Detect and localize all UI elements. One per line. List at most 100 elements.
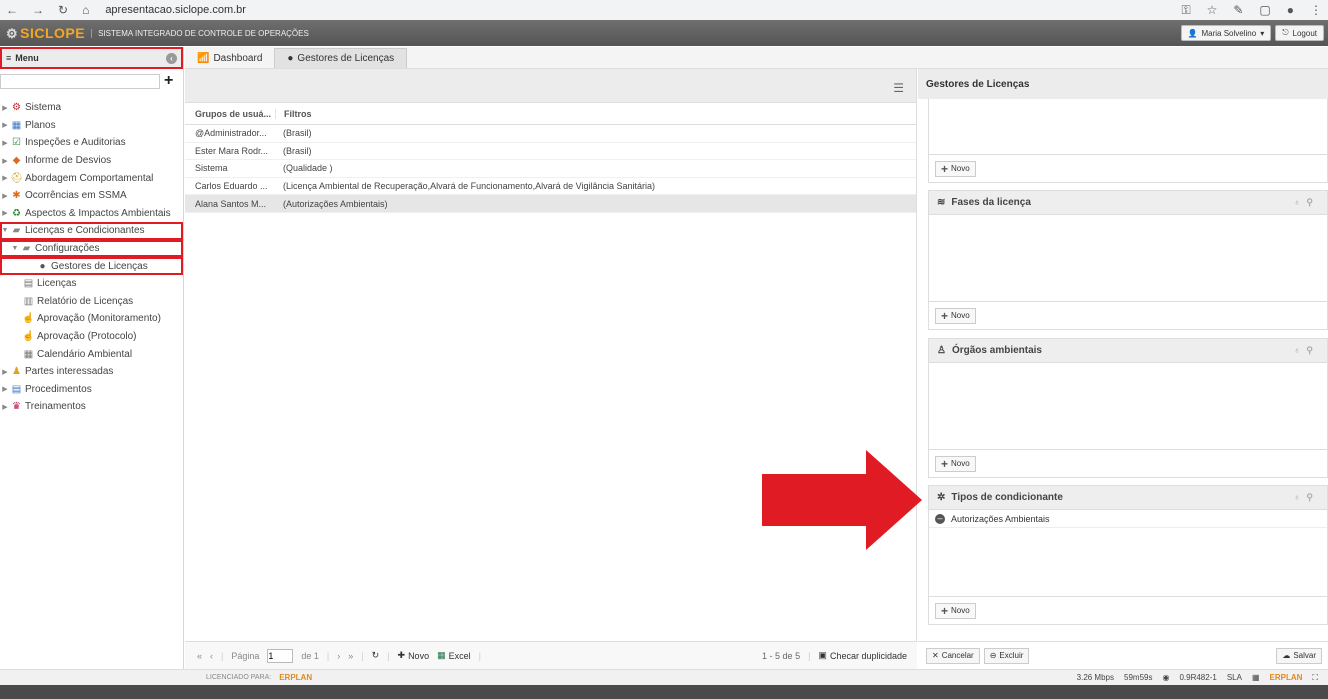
- first-page-icon[interactable]: «: [197, 651, 202, 661]
- menu-item-relatorio-licencas[interactable]: ▥ Relatório de Licenças: [0, 293, 183, 311]
- menu-item-partes[interactable]: ▶ ♟ Partes interessadas: [0, 363, 183, 381]
- alert-icon: ✱: [12, 190, 21, 202]
- key-icon[interactable]: ⚿: [1181, 3, 1190, 18]
- excel-button[interactable]: ▦ Excel: [437, 650, 471, 661]
- novo-button[interactable]: + Novo: [935, 160, 976, 177]
- detail-title: Gestores de Licenças: [918, 69, 1328, 99]
- menu-item-gestores-licencas[interactable]: ● Gestores de Licenças: [0, 257, 183, 275]
- save-button[interactable]: ☁ Salvar: [1276, 647, 1322, 664]
- star-icon[interactable]: ☆: [1207, 3, 1218, 18]
- section-actions[interactable]: ♁⚲: [1294, 197, 1319, 208]
- profile-icon[interactable]: ●: [1287, 3, 1294, 18]
- menu-item-licencas[interactable]: ▤ Licenças: [0, 275, 183, 293]
- annotation-arrow-icon: [762, 450, 922, 550]
- plus-icon: +: [941, 456, 949, 471]
- novo-button[interactable]: + Novo: [935, 602, 976, 619]
- logout-icon: ⎋: [1282, 28, 1289, 37]
- menu-search-input[interactable]: [0, 73, 160, 89]
- page-of-label: de 1: [301, 650, 319, 661]
- section-header: ≋ Fases da licença ♁⚲: [929, 191, 1327, 215]
- menu-item-sistema[interactable]: ▶ ⚙ Sistema: [0, 99, 183, 117]
- delete-button[interactable]: ⊖ Excluir: [983, 647, 1030, 664]
- pen-icon[interactable]: ✎: [1233, 3, 1243, 18]
- thumb-icon: ☝: [22, 331, 35, 343]
- remove-icon[interactable]: –: [935, 513, 945, 524]
- pager-info: 1 - 5 de 5: [762, 650, 801, 661]
- pager: « ‹ | Página de 1 | › » | ↻ | ✚Novo ▦Exc…: [185, 641, 917, 669]
- tab-dashboard[interactable]: 📶 Dashboard: [185, 48, 274, 68]
- menu-item-inspecoes[interactable]: ▶ ☑ Inspeções e Auditorias: [0, 134, 183, 152]
- excel-icon: ▦: [437, 650, 446, 660]
- gear-icon: ⚙: [12, 102, 21, 114]
- forward-icon[interactable]: →: [32, 3, 44, 17]
- back-icon[interactable]: ←: [6, 3, 18, 17]
- prev-page-icon[interactable]: ‹: [210, 651, 213, 661]
- sla-dropdown[interactable]: SLA: [1227, 673, 1242, 682]
- group-icon: ♟: [12, 366, 21, 378]
- helmet-icon: ⛑: [10, 172, 23, 184]
- column-header-filtros[interactable]: Filtros: [275, 108, 916, 119]
- section-actions[interactable]: ♁⚲: [1294, 492, 1319, 503]
- menu-search-row: +: [0, 69, 183, 91]
- address-bar[interactable]: apresentacao.siclope.com.br: [105, 4, 246, 16]
- table-row[interactable]: Carlos Eduardo ... (Licença Ambiental de …: [185, 178, 916, 196]
- table-row[interactable]: Ester Mara Rodr... (Brasil): [185, 143, 916, 161]
- speed-indicator: 3.26 Mbps: [1076, 673, 1114, 682]
- page-input[interactable]: [267, 648, 294, 663]
- add-icon[interactable]: +: [164, 72, 173, 90]
- novo-button[interactable]: + Novo: [935, 307, 976, 324]
- section-orgaos: ♙ Órgãos ambientais ♁⚲ + Novo: [928, 338, 1328, 478]
- menu-item-aspectos[interactable]: ▶ ♻ Aspectos & Impactos Ambientais: [0, 205, 183, 223]
- menu-item-procedimentos[interactable]: ▶ ▤ Procedimentos: [0, 381, 183, 399]
- licensee-logo: ERPLAN: [279, 673, 313, 682]
- menu-item-configuracoes[interactable]: ▼ ▰ Configurações: [0, 239, 183, 258]
- table-row[interactable]: @Administrador... (Brasil): [185, 125, 916, 143]
- extensions-icon[interactable]: ▢: [1259, 3, 1270, 18]
- close-icon: ✕: [932, 651, 939, 660]
- menu-item-abordagem[interactable]: ▶ ⛑ Abordagem Comportamental: [0, 169, 183, 187]
- eye-icon: ◉: [1162, 673, 1170, 682]
- menu-item-ocorrencias[interactable]: ▶ ✱ Ocorrências em SSMA: [0, 187, 183, 205]
- menu-item-licencas-condicionantes[interactable]: ▼ ▰ Licenças e Condicionantes: [0, 222, 183, 240]
- column-header-grupos[interactable]: Grupos de usuá...: [185, 109, 275, 119]
- section-header: ✲ Tipos de condicionante ♁⚲: [929, 486, 1327, 510]
- menu-item-planos[interactable]: ▶ ▦ Planos: [0, 117, 183, 135]
- grid-menu-icon[interactable]: ☰: [893, 81, 904, 95]
- kebab-menu-icon[interactable]: ⋮: [1310, 3, 1322, 18]
- menu-item-treinamentos[interactable]: ▶ ♛ Treinamentos: [0, 398, 183, 416]
- training-icon: ♛: [12, 401, 21, 413]
- reload-icon[interactable]: ↻: [58, 3, 68, 17]
- hamburger-icon: ≡: [6, 53, 12, 63]
- collapse-icon[interactable]: ‹: [166, 52, 177, 64]
- menu-header[interactable]: ≡ Menu ‹: [0, 47, 183, 69]
- fullscreen-icon[interactable]: ⛶: [1312, 673, 1318, 683]
- last-page-icon[interactable]: »: [348, 651, 353, 661]
- table-row-selected[interactable]: Alana Santos M... (Autorizações Ambientai…: [185, 195, 916, 213]
- status-right: 3.26 Mbps 59m59s ◉ 0.9R482-1 SLA ▦ ERPLA…: [1077, 673, 1328, 683]
- section-fases: ≋ Fases da licença ♁⚲ + Novo: [928, 190, 1328, 330]
- novo-button[interactable]: ✚ Novo: [398, 650, 430, 661]
- version-label: 0.9R482-1: [1179, 673, 1217, 682]
- menu-item-aprovacao-monitoramento[interactable]: ☝ Aprovação (Monitoramento): [0, 310, 183, 328]
- calendar-icon[interactable]: ▦: [1252, 673, 1260, 682]
- menu-item-desvios[interactable]: ▶ ◆ Informe de Desvios: [0, 152, 183, 170]
- next-page-icon[interactable]: ›: [337, 651, 340, 661]
- table-row[interactable]: Sistema (Qualidade ): [185, 160, 916, 178]
- novo-button[interactable]: + Novo: [935, 455, 976, 472]
- cancel-button[interactable]: ✕ Cancelar: [926, 647, 980, 664]
- menu-item-calendario-ambiental[interactable]: ▦ Calendário Ambiental: [0, 345, 183, 363]
- section-actions[interactable]: ♁⚲: [1294, 345, 1319, 356]
- plus-icon: ✚: [397, 650, 406, 660]
- user-menu-button[interactable]: 👤 Maria Solvelino ▾: [1180, 25, 1272, 41]
- detail-panel: Gestores de Licenças + Novo ≋ Fases da lic…: [918, 69, 1328, 669]
- folder-icon: ▰: [12, 225, 21, 237]
- menu-item-aprovacao-protocolo[interactable]: ☝ Aprovação (Protocolo): [0, 328, 183, 346]
- report-icon: ▥: [23, 295, 34, 307]
- book-icon: ▤: [11, 383, 22, 395]
- tab-gestores-licencas[interactable]: ● Gestores de Licenças: [274, 48, 408, 68]
- logout-button[interactable]: ⎋ Logout: [1275, 25, 1324, 41]
- list-item[interactable]: – Autorizações Ambientais: [929, 510, 1327, 528]
- home-icon[interactable]: ⌂: [82, 3, 89, 17]
- check-duplicate-button[interactable]: ▣ Checar duplicidade: [818, 650, 917, 661]
- refresh-icon[interactable]: ↻: [372, 650, 380, 661]
